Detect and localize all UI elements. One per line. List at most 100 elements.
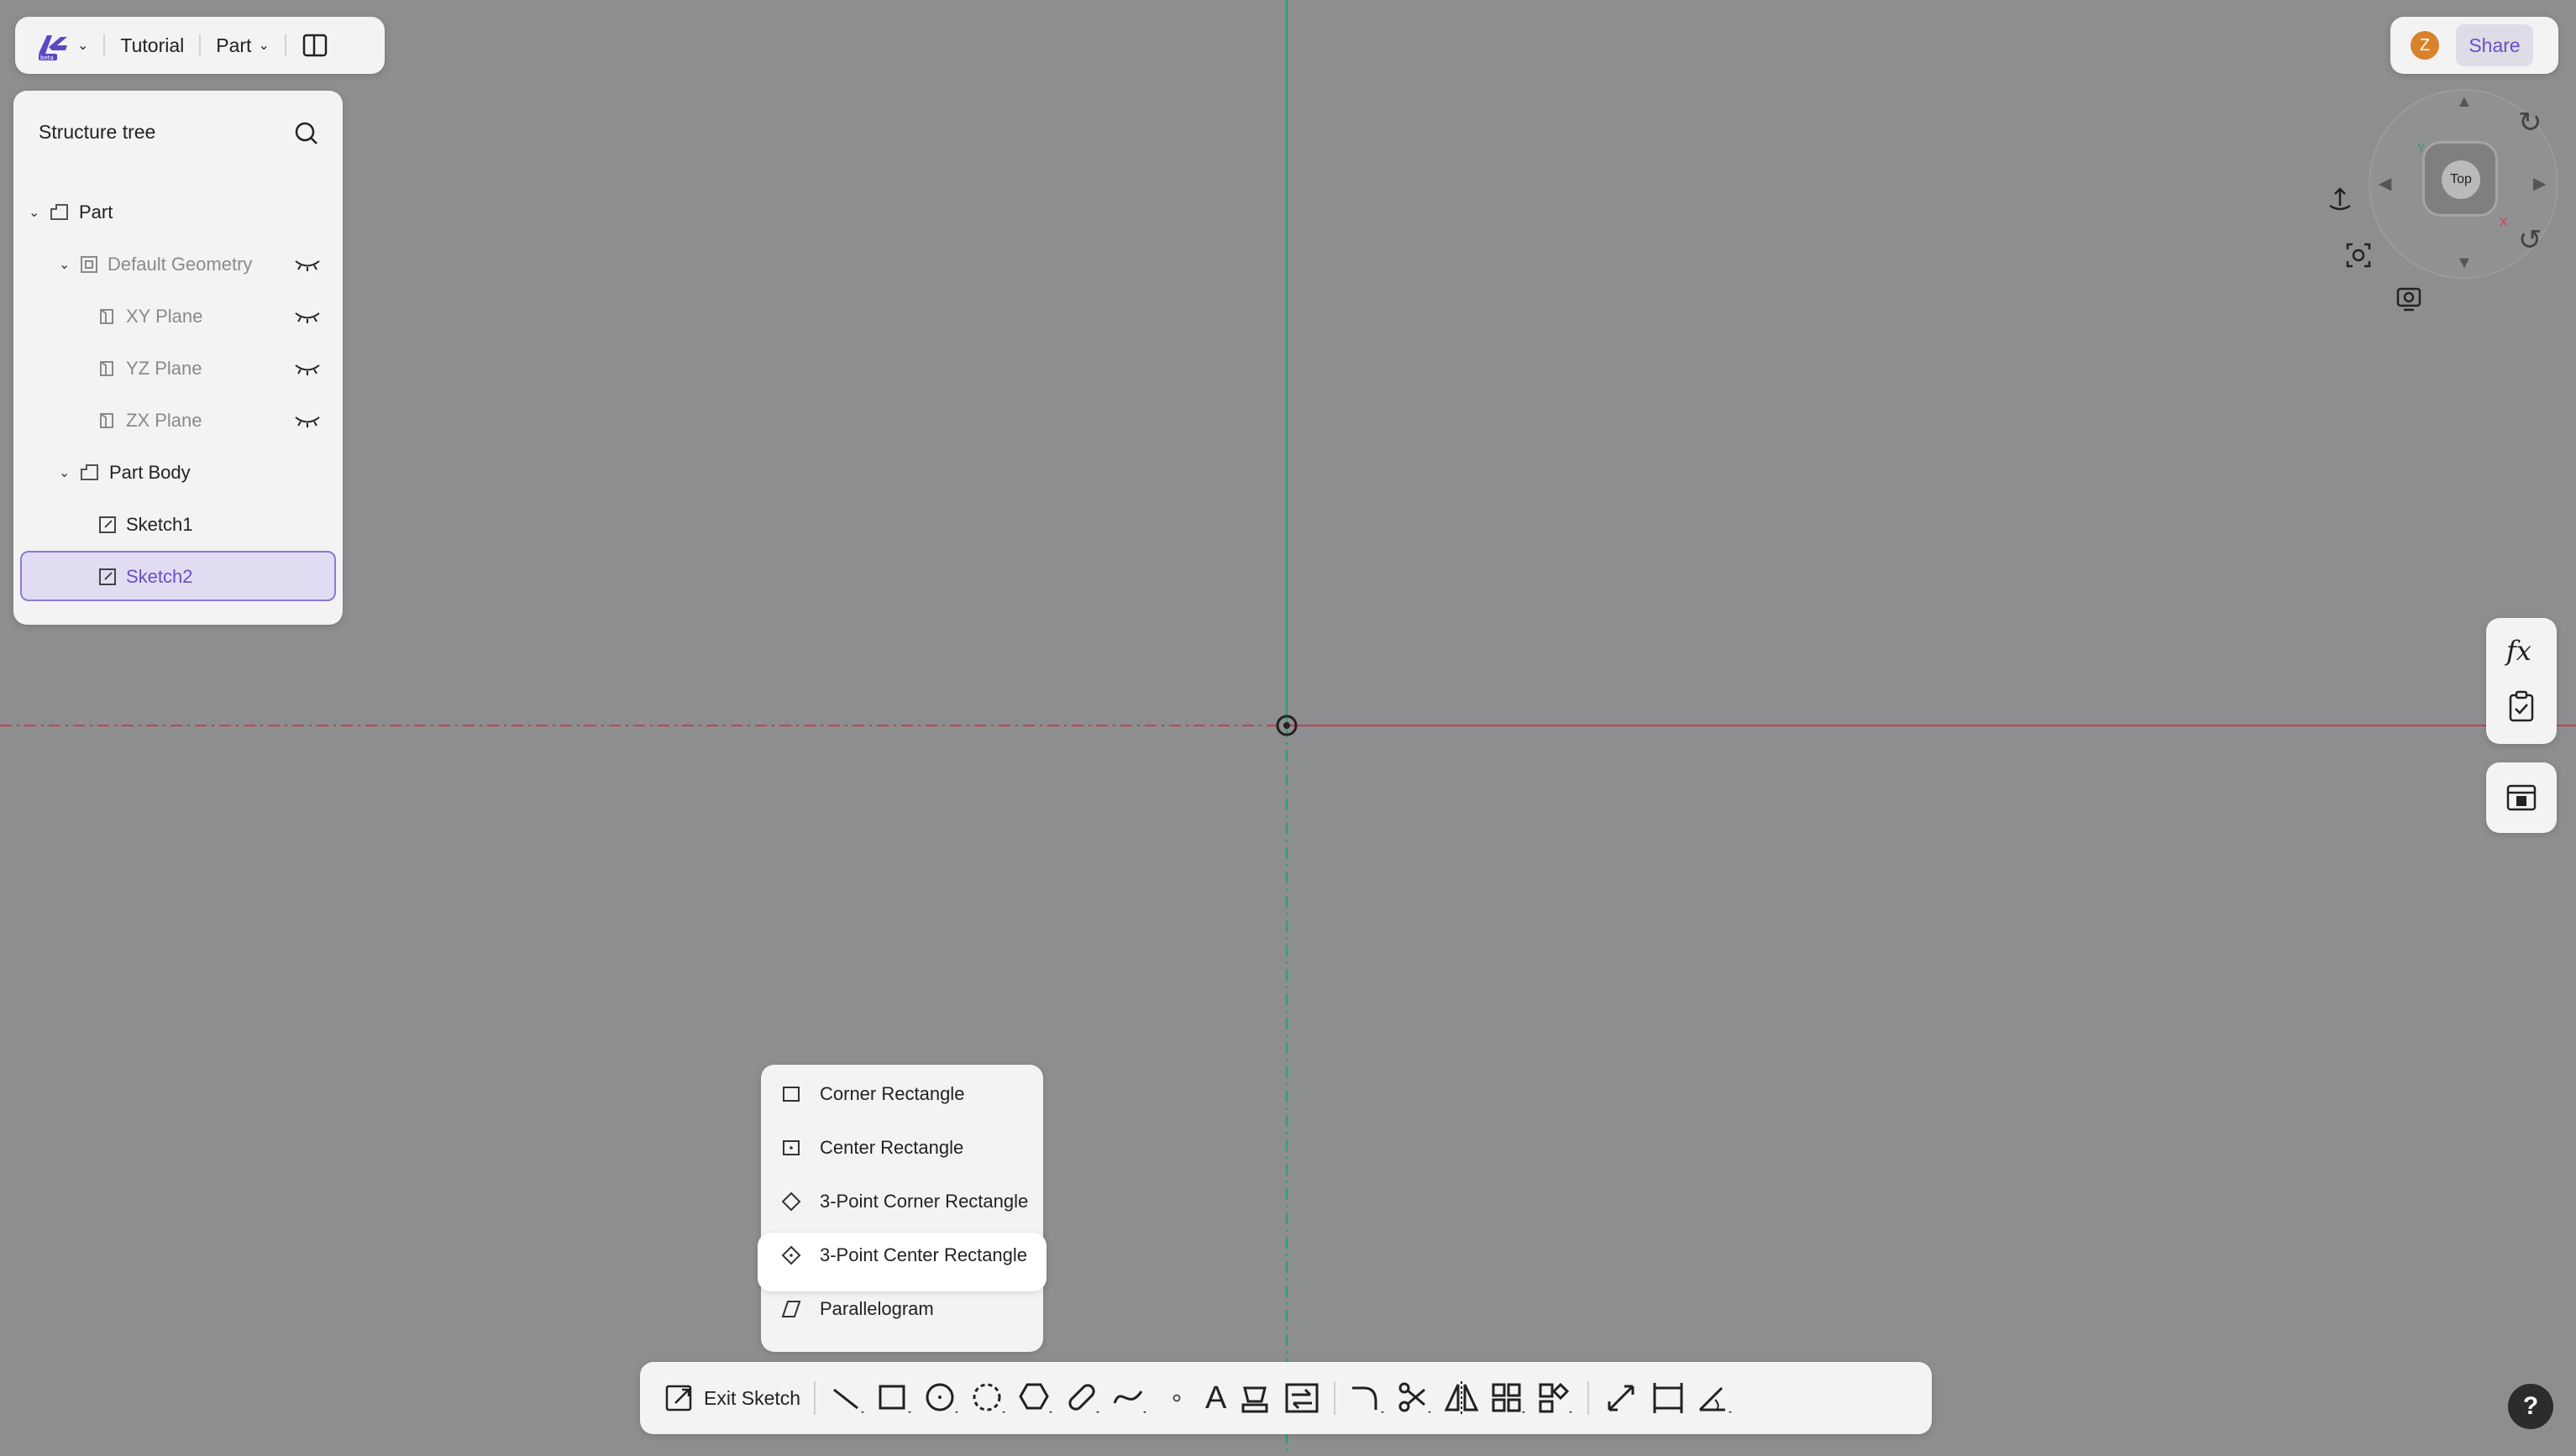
transform-tool[interactable]	[1537, 1373, 1574, 1423]
text-tool[interactable]: A	[1205, 1373, 1226, 1423]
arrow-up-icon[interactable]: ▲	[2456, 92, 2473, 112]
3-point-center-rectangle-icon	[781, 1245, 801, 1265]
search-icon[interactable]	[294, 121, 319, 146]
dimension-tool[interactable]	[1603, 1373, 1640, 1423]
constraint-tool[interactable]	[1650, 1373, 1687, 1423]
mode-menu[interactable]: Part ⌄	[216, 34, 270, 57]
axis-x-label: X	[2500, 215, 2508, 228]
help-button[interactable]: ?	[2508, 1384, 2553, 1429]
tree-item-part-body[interactable]: ⌄ Part Body	[13, 447, 343, 499]
angle-icon	[1699, 1386, 1733, 1413]
arrow-down-icon[interactable]: ▼	[2456, 254, 2473, 273]
tree-item-sketch2[interactable]: Sketch2	[13, 551, 343, 603]
panel-toggle-icon[interactable]	[302, 32, 328, 59]
view-mode-button[interactable]	[2390, 280, 2427, 317]
scissors-icon	[1398, 1382, 1432, 1413]
eye-closed-icon[interactable]	[294, 309, 321, 324]
convert-tool[interactable]	[1283, 1373, 1320, 1423]
plane-icon	[100, 413, 113, 428]
camera-view-icon	[2396, 287, 2421, 312]
avatar[interactable]: Z	[2411, 31, 2439, 60]
checklist-icon[interactable]	[2506, 690, 2537, 724]
parallelogram-icon	[781, 1301, 801, 1317]
menu-item-center-rectangle[interactable]: Center Rectangle	[761, 1122, 1043, 1174]
menu-item-3-point-center-rectangle[interactable]: 3-Point Center Rectangle	[761, 1229, 1043, 1281]
view-cube-face[interactable]: Top	[2422, 141, 2498, 217]
corner-rectangle-icon	[783, 1087, 800, 1102]
exit-sketch-button[interactable]: Exit Sketch	[664, 1373, 800, 1423]
spline-icon	[1113, 1391, 1147, 1413]
chevron-down-icon[interactable]: ⌄	[59, 256, 76, 273]
tree-item-label: Part Body	[109, 462, 191, 483]
fillet-tool[interactable]	[1349, 1373, 1386, 1423]
circle-tool[interactable]	[923, 1373, 960, 1423]
polygon-icon	[1019, 1383, 1053, 1413]
structure-tree-header: Structure tree	[39, 121, 156, 143]
polygon-tool[interactable]	[1017, 1373, 1054, 1423]
tree-item-label: Default Geometry	[108, 254, 253, 275]
mirror-icon	[1445, 1381, 1479, 1415]
point-icon	[1173, 1394, 1181, 1402]
3-point-corner-rectangle-icon	[781, 1192, 801, 1212]
user-share-bar: Z Share	[2390, 17, 2558, 74]
transform-icon	[1539, 1382, 1573, 1413]
share-button[interactable]: Share	[2456, 24, 2533, 66]
menu-item-parallelogram[interactable]: Parallelogram	[761, 1283, 1043, 1335]
angle-constraint-tool[interactable]	[1697, 1373, 1734, 1423]
pattern-icon	[1492, 1383, 1526, 1413]
svg-text:beta: beta	[40, 55, 54, 61]
line-tool[interactable]	[829, 1373, 866, 1423]
chevron-down-icon: ⌄	[258, 39, 270, 53]
tree-item-part[interactable]: ⌄ Part	[13, 186, 343, 238]
view-home-button[interactable]	[2322, 181, 2358, 218]
tree-item-label: YZ Plane	[126, 358, 202, 379]
fillet-icon	[1352, 1386, 1385, 1413]
sketch-icon	[99, 516, 116, 533]
part-icon	[50, 204, 68, 220]
tree-item-label: Part	[79, 202, 113, 223]
tree-item-label: Sketch2	[126, 566, 193, 587]
document-name[interactable]: Tutorial	[120, 34, 184, 57]
menu-item-3-point-corner-rectangle[interactable]: 3-Point Corner Rectangle	[761, 1176, 1043, 1228]
menu-item-label: Corner Rectangle	[820, 1083, 965, 1104]
tree-item-xy-plane[interactable]: XY Plane	[13, 291, 343, 343]
eye-closed-icon[interactable]	[294, 257, 321, 272]
app-logo[interactable]: beta ⌄	[35, 29, 88, 62]
formula-button[interactable]: fx	[2506, 635, 2531, 667]
point-tool[interactable]	[1158, 1373, 1195, 1423]
rotate-cw-icon[interactable]: ↻	[2518, 106, 2542, 139]
menu-item-corner-rectangle[interactable]: Corner Rectangle	[761, 1068, 1043, 1120]
arrow-left-icon[interactable]: ◀	[2379, 173, 2391, 194]
project-icon	[1241, 1386, 1268, 1413]
tree-item-yz-plane[interactable]: YZ Plane	[13, 343, 343, 395]
arc-tool[interactable]	[970, 1373, 1007, 1423]
circle-icon	[926, 1383, 959, 1413]
eye-closed-icon[interactable]	[294, 361, 321, 376]
mirror-tool[interactable]	[1443, 1373, 1480, 1423]
constraint-icon	[1653, 1383, 1683, 1413]
eye-closed-icon[interactable]	[294, 413, 321, 428]
tree-item-zx-plane[interactable]: ZX Plane	[13, 395, 343, 447]
arc-icon	[973, 1383, 1006, 1413]
tree-item-default-geometry[interactable]: ⌄ Default Geometry	[13, 238, 343, 291]
project-tool[interactable]	[1236, 1373, 1273, 1423]
sketch-canvas[interactable]	[0, 0, 2576, 1456]
table-view-icon[interactable]	[2505, 781, 2538, 814]
chevron-down-icon[interactable]: ⌄	[59, 464, 76, 481]
zoom-fit-button[interactable]	[2340, 237, 2377, 274]
sketch-icon	[99, 568, 116, 585]
mode-menu-label: Part	[216, 34, 252, 56]
spline-tool[interactable]	[1111, 1373, 1148, 1423]
trim-tool[interactable]	[1396, 1373, 1433, 1423]
slot-tool[interactable]	[1064, 1373, 1101, 1423]
chevron-down-icon[interactable]: ⌄	[29, 204, 45, 221]
arrow-right-icon[interactable]: ▶	[2533, 173, 2546, 194]
rotate-ccw-icon[interactable]: ↺	[2518, 223, 2542, 257]
tree-item-sketch1[interactable]: Sketch1	[13, 499, 343, 551]
top-bar: beta ⌄ Tutorial Part ⌄	[15, 17, 385, 74]
rectangle-tool[interactable]	[876, 1373, 913, 1423]
view-cube[interactable]: ▲ ▼ ◀ ▶ ↻ ↺ Top Y X	[2369, 89, 2558, 279]
center-rectangle-icon	[783, 1140, 800, 1155]
plane-icon	[100, 361, 113, 376]
pattern-tool[interactable]	[1490, 1373, 1527, 1423]
